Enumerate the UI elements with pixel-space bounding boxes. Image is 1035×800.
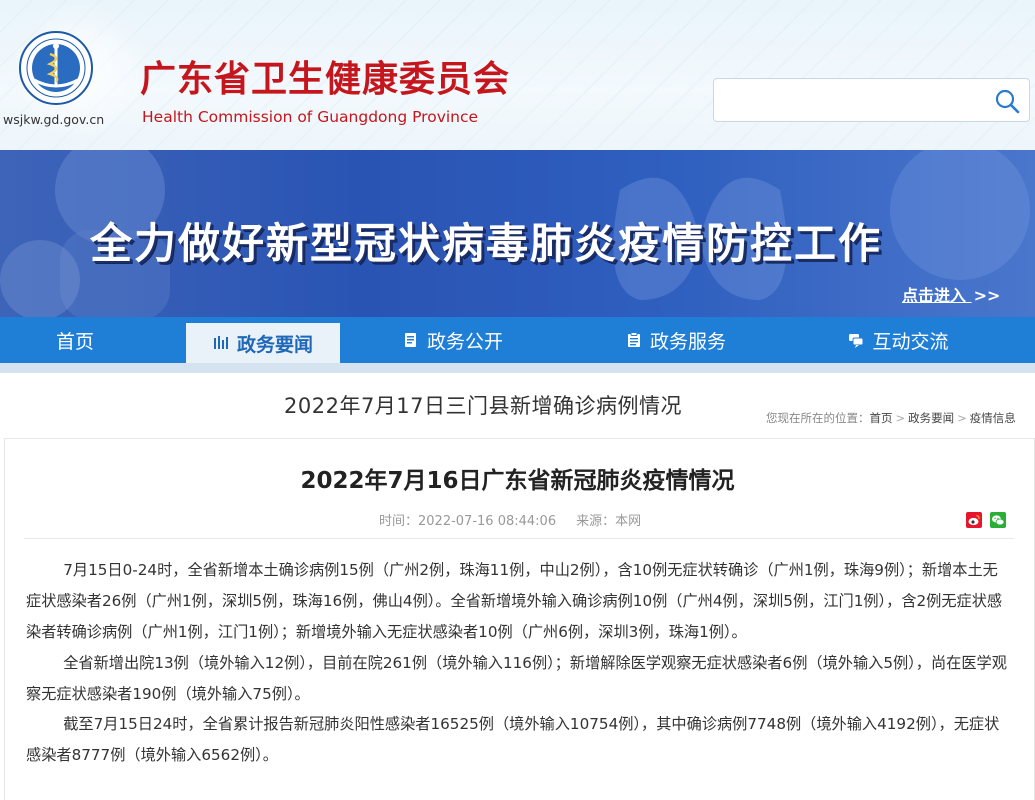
nav-item-interaction[interactable]: 互动交流	[786, 317, 1011, 363]
banner-link-label: 点击进入	[902, 286, 967, 305]
article-paragraph: 7月15日0-24时，全省新增本土确诊病例15例（广州2例，珠海11例，中山2例…	[26, 561, 1003, 641]
nav-item-label: 首页	[55, 330, 94, 353]
source-label: 来源：	[576, 514, 616, 529]
time-label: 时间：	[379, 514, 419, 529]
search-box	[713, 78, 1030, 122]
search-icon[interactable]	[993, 87, 1021, 115]
article-paragraph: 全省新增出院13例（境外输入12例），目前在院261例（境外输入116例）；新增…	[26, 654, 1007, 703]
nav-underband	[0, 363, 1035, 373]
org-name-en: Health Commission of Guangdong Province	[142, 108, 479, 126]
chat-icon	[849, 334, 864, 348]
source-value: 本网	[615, 514, 642, 529]
clipboard-icon	[627, 332, 640, 347]
covid-banner[interactable]: 全力做好新型冠状病毒肺炎疫情防控工作 点击进入 >>	[0, 150, 1035, 317]
publish-time: 2022-07-16 08:44:06	[418, 514, 557, 529]
breadcrumb: 您现在所在的位置：首页 > 政务要闻 > 疫情信息	[766, 410, 1016, 426]
site-domain: wsjkw.gd.gov.cn	[3, 112, 105, 127]
wechat-icon[interactable]	[990, 512, 1006, 528]
nav-item-label: 互动交流	[872, 330, 949, 353]
nav-item-news[interactable]: 政务要闻	[186, 323, 340, 363]
nav-item-label: 政务公开	[426, 330, 503, 353]
banner-enter-link[interactable]: 点击进入 >>	[902, 282, 1000, 306]
nav-item-label: 政务服务	[649, 330, 726, 353]
site-header: wsjkw.gd.gov.cn 广东省卫生健康委员会 Health Commis…	[0, 0, 1035, 150]
article-meta: 时间：2022-07-16 08:44:06 来源：本网	[379, 510, 641, 529]
breadcrumb-item-epidemic[interactable]: 疫情信息	[970, 411, 1016, 425]
nav-item-open-gov[interactable]: 政务公开	[340, 317, 566, 363]
breadcrumb-separator: >	[957, 411, 967, 425]
document-icon	[404, 333, 416, 347]
nav-item-label: 政务要闻	[236, 333, 313, 356]
breadcrumb-item-home[interactable]: 首页	[870, 411, 893, 425]
article-paragraph: 截至7月15日24时，全省累计报告新冠肺炎阳性感染者16525例（境外输入107…	[26, 715, 1000, 764]
nav-item-home[interactable]: 首页	[0, 317, 150, 363]
nav-item-services[interactable]: 政务服务	[566, 317, 786, 363]
breadcrumb-separator: >	[895, 411, 906, 425]
banner-title: 全力做好新型冠状病毒肺炎疫情防控工作	[90, 219, 883, 268]
health-commission-emblem-icon[interactable]	[18, 30, 94, 106]
weibo-icon[interactable]	[966, 512, 982, 528]
article-divider	[24, 538, 1014, 539]
search-input[interactable]	[722, 85, 982, 115]
banner-link-arrows: >>	[973, 286, 1001, 305]
article-title: 2022年7月16日广东省新冠肺炎疫情情况	[300, 468, 735, 494]
overlay-headline: 2022年7月17日三门县新增确诊病例情况	[284, 394, 683, 418]
list-icon	[213, 336, 228, 349]
breadcrumb-item-news[interactable]: 政务要闻	[908, 411, 954, 425]
org-name-cn[interactable]: 广东省卫生健康委员会	[140, 60, 510, 100]
breadcrumb-prefix: 您现在所在的位置：	[766, 411, 870, 425]
main-nav: 首页 政务要闻 政务公开 政务服务 互动交流	[0, 317, 1035, 363]
